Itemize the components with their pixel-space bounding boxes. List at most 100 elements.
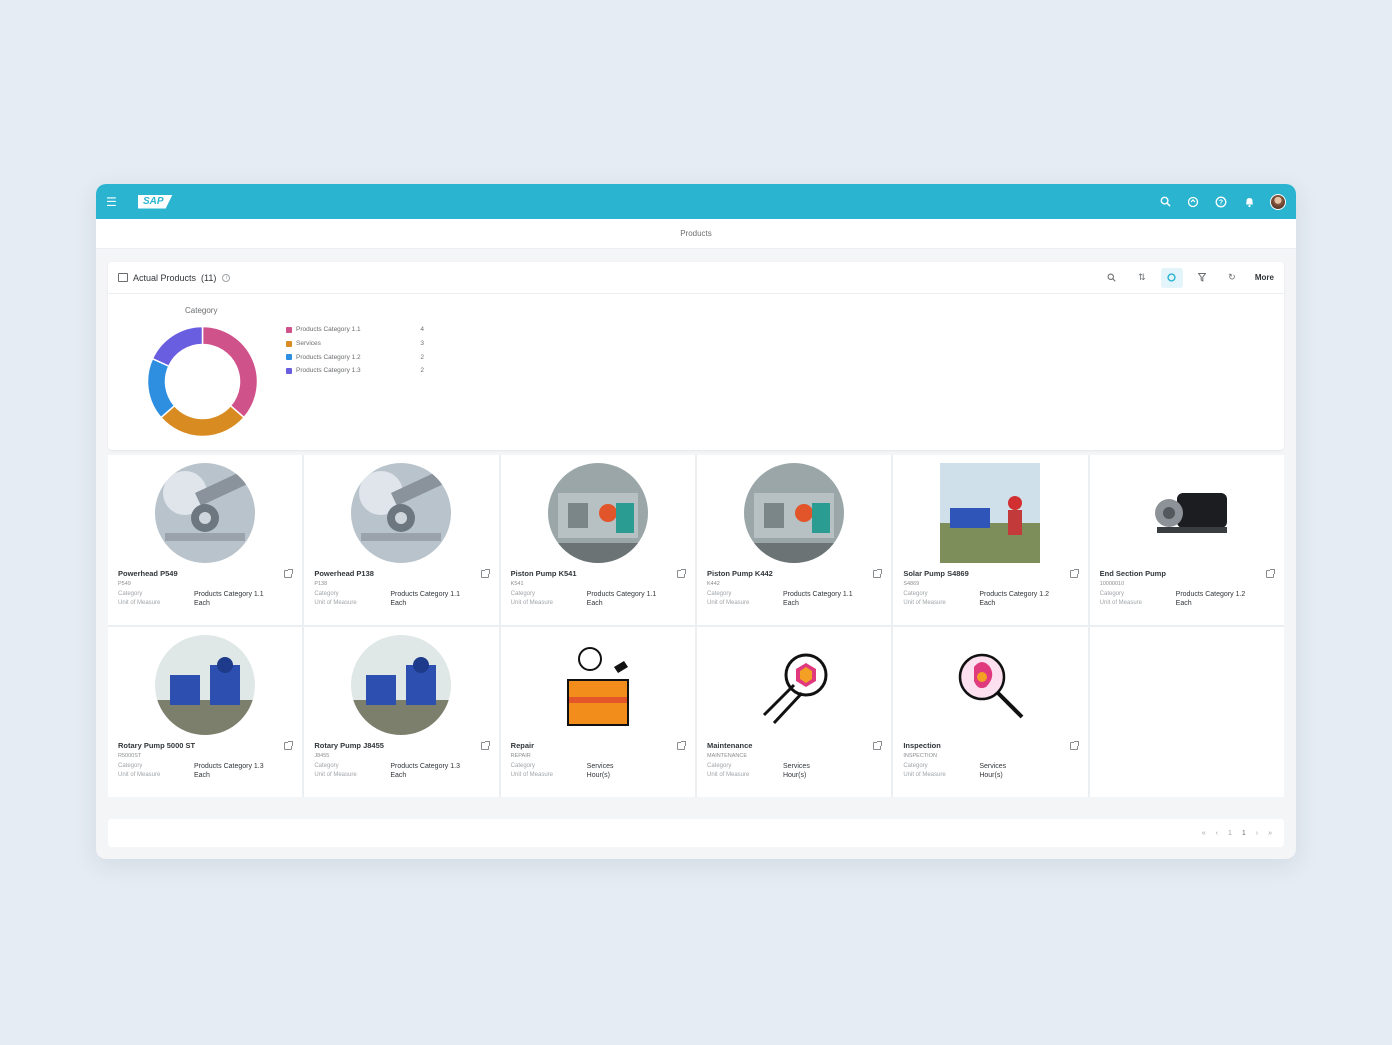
last-page-icon[interactable]: »	[1268, 830, 1272, 837]
product-image[interactable]	[940, 463, 1041, 563]
next-page-icon[interactable]: ›	[1256, 830, 1258, 837]
product-image[interactable]	[547, 635, 648, 735]
filter-icon[interactable]	[1191, 268, 1213, 288]
open-in-new-icon[interactable]	[873, 568, 883, 578]
product-title[interactable]: Repair	[511, 741, 677, 750]
product-title[interactable]: Solar Pump S4869	[903, 569, 1069, 578]
sync-icon[interactable]	[1186, 195, 1200, 209]
product-card[interactable]: Powerhead P138 P138 Category Products Categ…	[304, 455, 499, 625]
avatar[interactable]	[1270, 193, 1286, 210]
product-title[interactable]: Piston Pump K541	[511, 569, 677, 578]
donut-slice[interactable]	[146, 357, 176, 419]
open-in-new-icon[interactable]	[1265, 568, 1275, 578]
category-label: Category	[706, 763, 732, 769]
product-image[interactable]	[940, 635, 1041, 735]
product-image[interactable]	[351, 463, 452, 563]
product-title[interactable]: Rotary Pump 5000 ST	[118, 741, 284, 750]
help-icon[interactable]: ?	[1214, 195, 1228, 209]
category-label: Category	[510, 591, 536, 597]
current-page[interactable]: 1	[1242, 830, 1246, 837]
card-title-row: Repair	[511, 740, 686, 750]
refresh-icon[interactable]: ↻	[1221, 268, 1243, 288]
product-title[interactable]: Powerhead P138	[314, 569, 480, 578]
product-card-grid: Powerhead P549 P549 Category Products Categ…	[108, 455, 1284, 797]
donut-slice[interactable]	[159, 404, 246, 438]
legend-item[interactable]: Products Category 1.3 2	[286, 364, 424, 378]
sort-icon[interactable]: ⇅	[1131, 268, 1153, 288]
uom-label: Unit of Measure	[510, 772, 554, 778]
notification-icon[interactable]	[1242, 195, 1256, 209]
more-button[interactable]: More	[1255, 268, 1274, 288]
product-card[interactable]: Rotary Pump J8455 J8455 Category Products C…	[304, 627, 499, 797]
product-image[interactable]	[744, 463, 845, 563]
card-title-row: Maintenance	[707, 740, 883, 750]
product-image[interactable]	[1136, 463, 1237, 563]
product-card[interactable]: Rotary Pump 5000 ST R5000ST Category Produc…	[108, 627, 303, 797]
donut-chart[interactable]	[145, 324, 260, 439]
product-image[interactable]	[155, 635, 256, 735]
category-row: Category Products Category 1.3	[118, 763, 292, 770]
product-title[interactable]: End Section Pump	[1100, 569, 1266, 578]
product-card[interactable]: End Section Pump 10000010 Category Products…	[1089, 455, 1284, 625]
pagination-bar: « ‹ 1 1 › »	[108, 819, 1284, 847]
menu-icon[interactable]: ☰	[106, 195, 122, 209]
product-card[interactable]: Maintenance MAINTENANCE Category Services Un…	[696, 627, 892, 797]
open-in-new-icon[interactable]	[676, 740, 686, 750]
product-card[interactable]: Inspection INSPECTION Category Services Unit…	[893, 627, 1088, 797]
legend-item[interactable]: Products Category 1.1 4	[286, 323, 424, 337]
legend-swatch	[286, 340, 292, 347]
product-card[interactable]: Powerhead P549 P549 Category Products Categ…	[108, 455, 303, 625]
product-image[interactable]	[547, 463, 648, 563]
product-id: MAINTENANCE	[706, 753, 748, 759]
product-id: R5000ST	[118, 753, 142, 759]
product-card[interactable]: Piston Pump K541 K541 Category Products Cat…	[500, 455, 695, 625]
product-title[interactable]: Powerhead P549	[118, 569, 284, 578]
uom-value: Hour(s)	[586, 772, 610, 779]
open-in-new-icon[interactable]	[676, 568, 686, 578]
open-in-new-icon[interactable]	[1069, 740, 1079, 750]
search-icon[interactable]	[1158, 195, 1172, 209]
prev-page-icon[interactable]: ‹	[1216, 830, 1218, 837]
category-value: Services	[782, 763, 810, 770]
open-in-new-icon[interactable]	[480, 740, 490, 750]
category-value: Products Category 1.1	[194, 591, 264, 598]
category-value: Products Category 1.1	[390, 591, 460, 598]
product-card[interactable]: Solar Pump S4869 S4869 Category Products Ca…	[893, 455, 1088, 625]
legend-item[interactable]: Products Category 1.2 2	[286, 350, 424, 364]
product-card[interactable]: Repair REPAIR Category Services Unit of Meas…	[500, 627, 695, 797]
chart-view-icon[interactable]	[1160, 267, 1183, 288]
legend-swatch	[286, 367, 292, 374]
donut-slice[interactable]	[151, 325, 204, 368]
open-in-new-icon[interactable]	[284, 740, 294, 750]
category-value: Products Category 1.1	[782, 591, 853, 598]
category-row: Category Products Category 1.1	[314, 591, 488, 598]
legend-label: Services	[296, 340, 321, 348]
donut-slice[interactable]	[201, 325, 259, 419]
search-icon[interactable]	[1101, 268, 1123, 288]
open-in-new-icon[interactable]	[873, 740, 883, 750]
category-label: Category	[903, 763, 928, 769]
product-title[interactable]: Piston Pump K442	[707, 569, 873, 578]
sap-logo[interactable]: SAP	[138, 194, 173, 209]
category-row: Category Services	[903, 763, 1077, 770]
product-title[interactable]: Rotary Pump J8455	[314, 741, 480, 750]
open-in-new-icon[interactable]	[480, 568, 490, 578]
open-in-new-icon[interactable]	[1069, 568, 1079, 578]
category-label: Category	[510, 763, 536, 769]
product-card[interactable]: Piston Pump K442 K442 Category Products Cat…	[696, 455, 892, 625]
product-title[interactable]: Maintenance	[707, 741, 873, 750]
uom-label: Unit of Measure	[118, 772, 161, 778]
uom-value: Hour(s)	[782, 772, 807, 779]
uom-value: Each	[979, 600, 996, 607]
product-image[interactable]	[744, 635, 845, 735]
uom-label: Unit of Measure	[706, 600, 750, 606]
first-page-icon[interactable]: «	[1202, 830, 1206, 837]
info-icon[interactable]: i	[222, 273, 231, 282]
uom-value: Each	[390, 772, 407, 779]
product-title[interactable]: Inspection	[903, 741, 1069, 750]
page-prev-number[interactable]: 1	[1228, 830, 1232, 837]
legend-item[interactable]: Services 3	[286, 337, 424, 351]
open-in-new-icon[interactable]	[284, 568, 294, 578]
product-image[interactable]	[351, 635, 452, 735]
product-image[interactable]	[155, 463, 256, 563]
